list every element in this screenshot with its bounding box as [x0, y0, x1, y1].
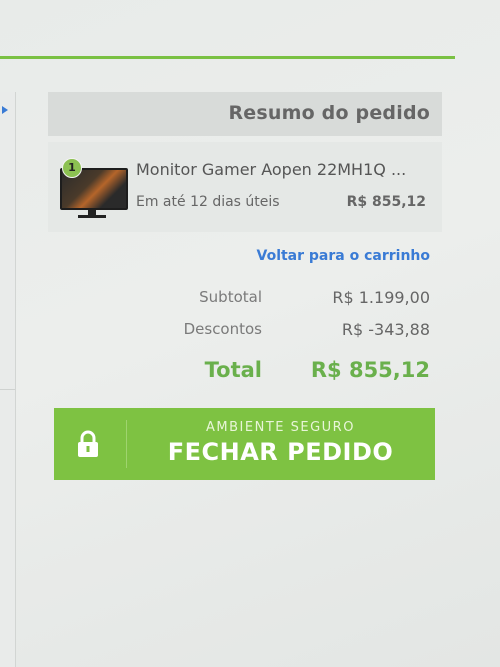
- total-value: R$ 855,12: [310, 358, 430, 382]
- secure-environment-label: AMBIENTE SEGURO: [206, 420, 355, 435]
- checkout-screen: Resumo do pedido 1 Monitor Gamer Aopen 2…: [0, 0, 500, 667]
- discount-value: R$ -343,88: [341, 320, 430, 339]
- top-divider-line: [0, 56, 455, 59]
- checkout-button-label: FECHAR PEDIDO: [167, 438, 394, 466]
- subtotal-label: Subtotal: [199, 288, 262, 306]
- monitor-base-graphic: [78, 215, 106, 218]
- summary-header: Resumo do pedido: [48, 92, 442, 136]
- summary-title: Resumo do pedido: [228, 102, 430, 124]
- item-price: R$ 855,12: [346, 194, 426, 210]
- lock-icon: [76, 430, 100, 458]
- checkout-button[interactable]: AMBIENTE SEGURO FECHAR PEDIDO: [54, 408, 435, 480]
- delivery-estimate: Em até 12 dias úteis: [136, 194, 280, 210]
- left-panel-divider: [0, 389, 15, 390]
- back-to-cart-link[interactable]: Voltar para o carrinho: [257, 248, 431, 264]
- discount-label: Descontos: [183, 320, 262, 338]
- product-item: 1 Monitor Gamer Aopen 22MH1Q ... Em até …: [48, 142, 442, 232]
- total-label: Total: [204, 358, 262, 382]
- monitor-image[interactable]: 1: [58, 156, 128, 218]
- left-panel: [0, 92, 16, 667]
- product-name[interactable]: Monitor Gamer Aopen 22MH1Q ...: [136, 160, 436, 179]
- order-summary: Resumo do pedido 1 Monitor Gamer Aopen 2…: [48, 92, 442, 667]
- chevron-right-icon[interactable]: [2, 106, 8, 114]
- subtotal-value: R$ 1.199,00: [332, 288, 430, 307]
- quantity-badge: 1: [62, 158, 82, 178]
